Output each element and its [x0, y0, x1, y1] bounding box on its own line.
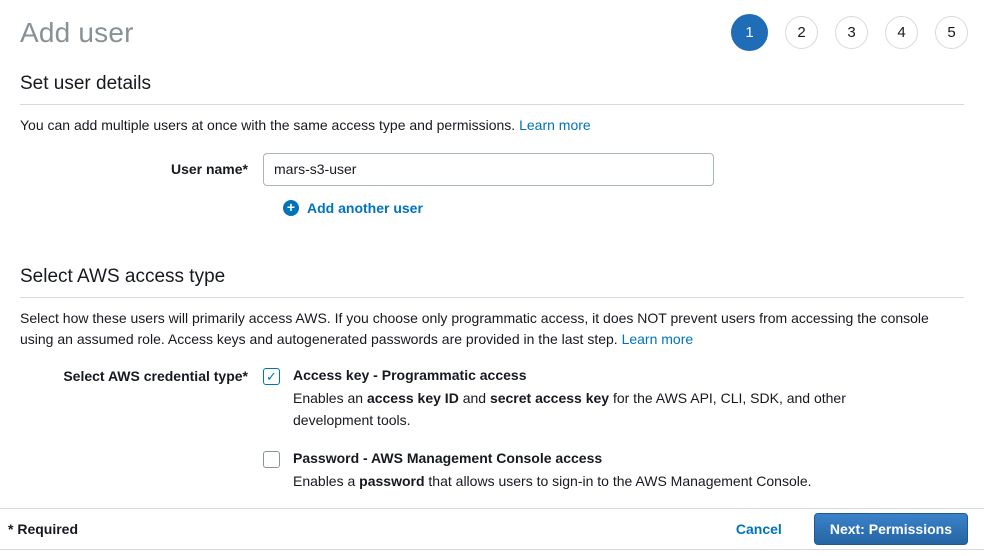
desc-text: and: [459, 390, 490, 406]
set-user-details-heading: Set user details: [20, 73, 964, 95]
access-type-heading: Select AWS access type: [20, 266, 964, 288]
wizard-step-indicator: 1 2 3 4 5: [731, 14, 968, 51]
desc-text: that allows users to sign-in to the AWS …: [425, 473, 812, 489]
password-checkbox[interactable]: ✓: [263, 451, 280, 468]
step-5-indicator: 5: [935, 16, 968, 49]
plus-circle-icon: +: [283, 200, 299, 216]
footer-actions: Cancel Next: Permissions: [736, 513, 968, 545]
username-row: User name*: [20, 153, 964, 186]
password-option-desc: Enables a password that allows users to …: [293, 470, 812, 492]
password-option-text: Password - AWS Management Console access…: [293, 450, 812, 492]
access-key-option-desc: Enables an access key ID and secret acce…: [293, 387, 848, 432]
password-option-title: Password - AWS Management Console access: [293, 450, 812, 466]
add-another-user-label: Add another user: [307, 200, 423, 216]
step-1-indicator: 1: [731, 14, 768, 51]
required-note: * Required: [8, 521, 78, 537]
user-details-intro: You can add multiple users at once with …: [20, 115, 964, 137]
access-type-intro-text: Select how these users will primarily ac…: [20, 310, 929, 348]
checkmark-icon: ✓: [266, 370, 277, 383]
access-key-option-title: Access key - Programmatic access: [293, 367, 848, 383]
access-key-checkbox[interactable]: ✓: [263, 368, 280, 385]
password-option: ✓ Password - AWS Management Console acce…: [263, 450, 848, 492]
desc-text: Enables an: [293, 390, 367, 406]
next-permissions-button[interactable]: Next: Permissions: [814, 513, 968, 545]
access-key-option: ✓ Access key - Programmatic access Enabl…: [263, 367, 848, 432]
page-header: Add user 1 2 3 4 5: [0, 0, 984, 59]
page-title: Add user: [20, 17, 134, 49]
step-3-indicator: 3: [835, 16, 868, 49]
desc-bold: password: [359, 473, 424, 489]
learn-more-link[interactable]: Learn more: [519, 117, 591, 133]
wizard-footer: * Required Cancel Next: Permissions: [0, 508, 984, 550]
learn-more-link[interactable]: Learn more: [622, 331, 694, 347]
add-another-user-link[interactable]: + Add another user: [283, 200, 964, 216]
desc-text: Enables a: [293, 473, 359, 489]
set-user-details-section: Set user details You can add multiple us…: [0, 73, 984, 216]
user-details-intro-text: You can add multiple users at once with …: [20, 117, 515, 133]
section-divider: [20, 297, 964, 298]
cancel-button[interactable]: Cancel: [736, 521, 782, 537]
credential-options: ✓ Access key - Programmatic access Enabl…: [263, 367, 848, 492]
desc-bold: access key ID: [367, 390, 459, 406]
section-divider: [20, 104, 964, 105]
access-type-intro: Select how these users will primarily ac…: [20, 308, 964, 351]
step-4-indicator: 4: [885, 16, 918, 49]
step-2-indicator: 2: [785, 16, 818, 49]
username-input[interactable]: [263, 153, 714, 186]
access-type-section: Select AWS access type Select how these …: [0, 266, 984, 493]
desc-bold: secret access key: [490, 390, 609, 406]
credential-type-row: Select AWS credential type* ✓ Access key…: [20, 367, 964, 492]
access-key-option-text: Access key - Programmatic access Enables…: [293, 367, 848, 432]
credential-type-label: Select AWS credential type*: [20, 367, 263, 384]
username-label: User name*: [20, 153, 263, 177]
